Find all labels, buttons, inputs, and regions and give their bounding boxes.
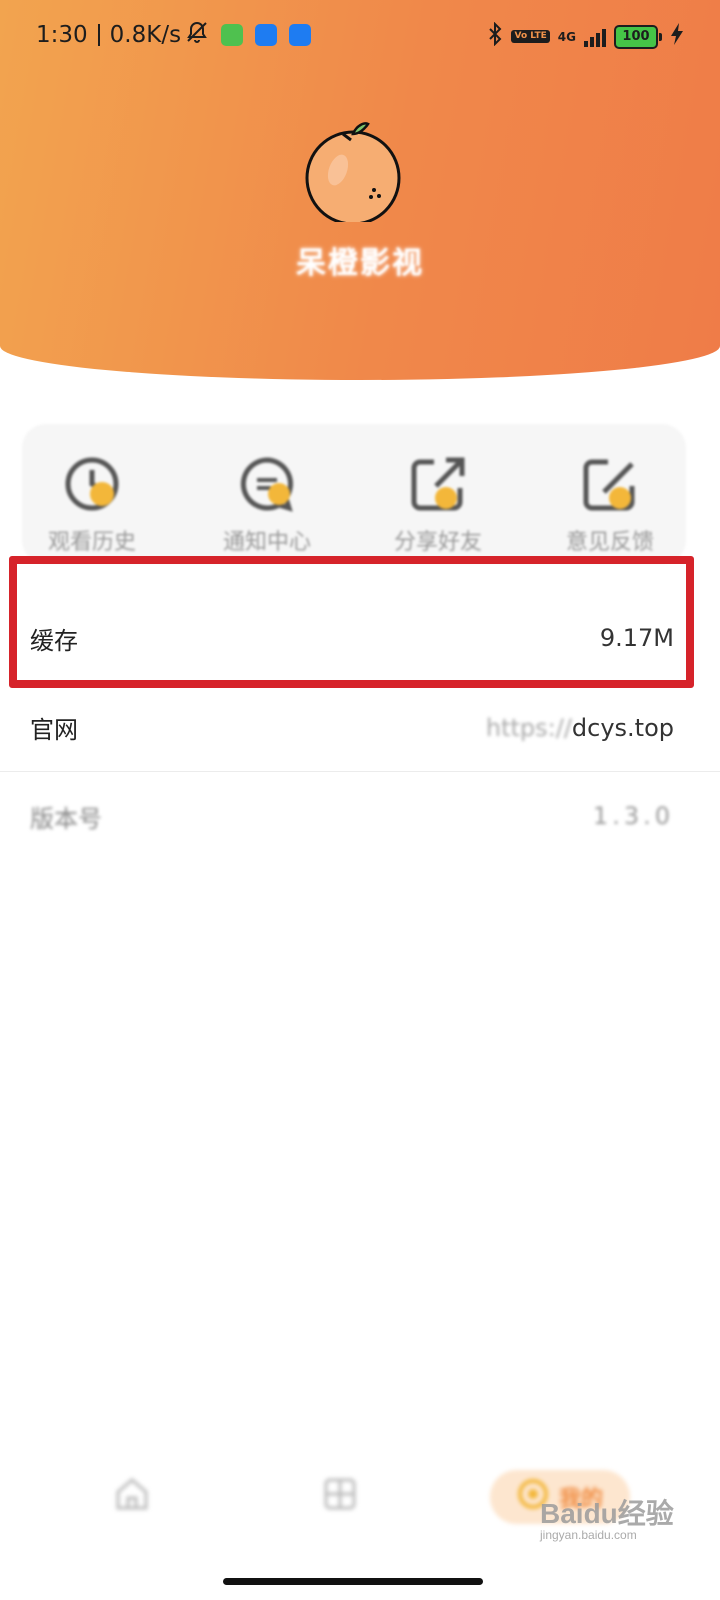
status-speed: 0.8K/s xyxy=(109,21,182,48)
baidu-watermark: Baidu经验 jingyan.baidu.com xyxy=(540,1492,690,1562)
version-label: 版本号 xyxy=(30,804,102,833)
share-icon xyxy=(406,452,470,516)
status-left: 1:30 0.8K/s xyxy=(36,20,312,49)
volte-icon: Vo LTE xyxy=(511,30,550,43)
quick-action-label: 意见反馈 xyxy=(565,530,654,555)
home-icon xyxy=(112,1478,152,1518)
quick-action-label: 分享好友 xyxy=(393,530,482,555)
status-separator xyxy=(97,23,100,46)
quick-action-notifications[interactable]: 通知中心 xyxy=(197,452,337,556)
quick-action-share[interactable]: 分享好友 xyxy=(368,452,508,556)
website-value: https://dcys.top xyxy=(486,714,674,742)
bird-app-icon xyxy=(255,23,278,46)
orange-logo-icon xyxy=(302,120,404,226)
website-domain: dcys.top xyxy=(571,713,674,742)
battery-tip xyxy=(659,32,662,41)
status-right: Vo LTE 4G 100 xyxy=(487,21,684,51)
signal-icon xyxy=(584,27,606,47)
bird-app-icon-2 xyxy=(289,23,312,46)
grid-icon xyxy=(320,1478,360,1518)
network-label: 4G xyxy=(557,29,576,44)
mute-bell-icon xyxy=(185,20,209,49)
bluetooth-icon xyxy=(487,21,503,51)
nav-category[interactable] xyxy=(320,1474,360,1518)
website-prefix: https:// xyxy=(485,713,572,742)
battery-icon: 100 xyxy=(614,24,662,49)
cache-value: 9.17M xyxy=(599,624,674,652)
cache-label: 缓存 xyxy=(30,626,78,655)
status-bar: 1:30 0.8K/s Vo LTE 4G 100 xyxy=(0,14,720,54)
quick-action-feedback[interactable]: 意见反馈 xyxy=(540,452,680,556)
history-icon xyxy=(60,452,124,516)
message-icon xyxy=(235,452,299,516)
quick-actions-card: 观看历史 通知中心 分享好友 意见反馈 xyxy=(22,424,686,564)
version-value: 1.3.0 xyxy=(592,802,674,830)
app-name: 呆橙影视 xyxy=(296,246,424,281)
settings-row-version: 版本号 1.3.0 xyxy=(0,772,720,860)
home-indicator[interactable] xyxy=(223,1578,483,1585)
status-time: 1:30 xyxy=(36,21,88,48)
nav-home[interactable] xyxy=(112,1474,152,1518)
charging-icon xyxy=(670,23,684,50)
quick-action-label: 通知中心 xyxy=(222,530,311,555)
settings-row-cache[interactable]: 缓存 9.17M xyxy=(0,594,720,682)
website-label: 官网 xyxy=(30,716,78,744)
quick-action-history[interactable]: 观看历史 xyxy=(22,452,162,556)
settings-row-website[interactable]: 官网 https://dcys.top xyxy=(0,684,720,772)
watermark-brand: Baidu经验 xyxy=(540,1498,674,1529)
quick-action-label: 观看历史 xyxy=(47,530,136,555)
battery-level: 100 xyxy=(614,24,658,49)
feedback-icon xyxy=(578,452,642,516)
app-notification-icon xyxy=(221,23,244,46)
